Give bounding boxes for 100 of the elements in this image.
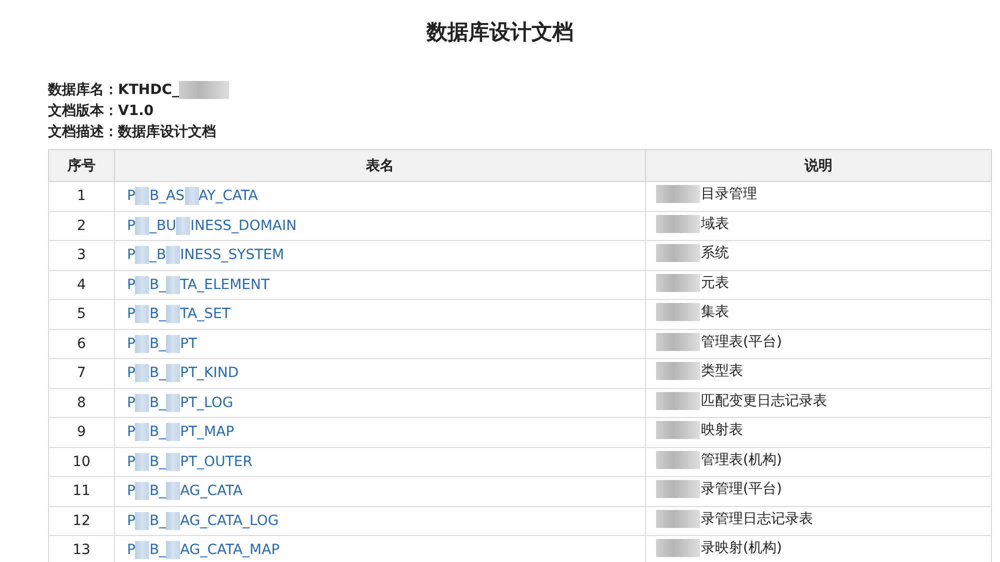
mosaic-patch — [135, 334, 150, 353]
table-link[interactable]: TA_ELEMENT — [180, 276, 270, 293]
table-link[interactable]: B_ — [149, 542, 166, 558]
table-link[interactable]: B_ — [149, 276, 166, 293]
row-number: 11 — [72, 483, 90, 500]
mosaic-patch — [166, 246, 180, 264]
table-link[interactable]: P — [127, 188, 136, 204]
row-number: 5 — [77, 306, 86, 322]
table-link[interactable]: B_ — [149, 394, 166, 411]
row-number: 4 — [77, 276, 86, 293]
table-description: 类型表 — [701, 362, 743, 380]
table-link[interactable]: _B — [149, 247, 166, 264]
table-link[interactable]: B_ — [149, 512, 166, 529]
mosaic-patch — [166, 423, 180, 442]
meta-label: 文档描述： — [48, 122, 118, 140]
mosaic-patch — [166, 305, 180, 324]
table-link[interactable]: B_ — [149, 336, 166, 352]
mosaic-patch — [135, 482, 150, 500]
mosaic-patch — [184, 187, 199, 206]
mosaic-patch — [135, 512, 150, 530]
mosaic-patch — [656, 332, 700, 351]
table-link[interactable]: P — [127, 542, 136, 558]
mosaic-patch — [656, 421, 700, 440]
table-link[interactable]: PT — [180, 336, 198, 352]
meta-value: V1.0 — [118, 102, 154, 118]
mosaic-patch — [135, 364, 150, 382]
mosaic-patch — [656, 362, 700, 380]
mosaic-patch — [135, 276, 150, 294]
mosaic-patch — [656, 450, 700, 469]
row-number: 3 — [77, 247, 86, 264]
table-link[interactable]: P — [127, 336, 136, 352]
mosaic-patch — [135, 452, 150, 471]
row-number: 10 — [72, 454, 90, 470]
table-link[interactable]: PT_LOG — [180, 394, 234, 411]
table-link[interactable]: P — [127, 365, 136, 382]
table-link[interactable]: P — [127, 424, 136, 440]
column-header: 序号 — [48, 150, 114, 182]
table-link[interactable]: B_ — [149, 483, 166, 500]
table-description: 管理表(平台) — [701, 332, 782, 351]
table-description: 录管理日志记录表 — [701, 510, 813, 528]
mosaic-patch — [135, 246, 150, 264]
table-link[interactable]: AG_CATA_MAP — [180, 542, 280, 558]
column-header: 说明 — [646, 150, 992, 182]
row-number: 12 — [72, 512, 90, 529]
table-link[interactable]: B_ — [149, 424, 166, 440]
table-link[interactable]: P — [127, 512, 136, 529]
mosaic-patch — [166, 276, 180, 294]
table-description: 系统 — [701, 244, 729, 262]
table-link[interactable]: PT_KIND — [180, 365, 239, 382]
table-link[interactable]: AY_CATA — [198, 188, 258, 204]
column-header: 表名 — [114, 150, 646, 182]
table-link[interactable]: P — [127, 276, 136, 293]
mosaic-patch — [166, 452, 180, 471]
row-number: 2 — [77, 218, 86, 234]
table-description: 元表 — [701, 274, 729, 292]
mosaic-patch — [176, 216, 190, 235]
table-link[interactable]: B_ — [149, 454, 166, 470]
mosaic-patch — [656, 480, 700, 498]
table-link[interactable]: B_AS — [149, 188, 185, 204]
mosaic-patch — [656, 510, 700, 528]
table-link[interactable]: P — [127, 306, 136, 322]
mosaic-patch — [656, 214, 700, 233]
mosaic-patch — [166, 334, 180, 353]
meta-value: KTHDC_ — [118, 82, 180, 98]
table-link[interactable]: P — [127, 247, 136, 264]
table-link[interactable]: AG_CATA — [180, 483, 243, 500]
table-link[interactable]: B_ — [149, 365, 166, 382]
table-link[interactable]: P — [127, 394, 136, 411]
mosaic-patch — [166, 394, 180, 412]
mosaic-patch — [166, 364, 180, 382]
row-number: 9 — [77, 424, 86, 440]
mosaic-patch — [656, 244, 700, 262]
mosaic-patch — [166, 512, 180, 530]
row-number: 13 — [72, 542, 90, 558]
table-description: 匹配变更日志记录表 — [701, 392, 827, 410]
table-link[interactable]: TA_SET — [180, 306, 230, 322]
table-link[interactable]: PT_OUTER — [180, 454, 252, 470]
mosaic-patch — [656, 185, 700, 204]
mosaic-patch — [135, 305, 150, 324]
mosaic-patch — [135, 216, 150, 235]
page-title: 数据库设计文档 — [425, 19, 574, 46]
mosaic-patch — [135, 423, 150, 442]
table-link[interactable]: AG_CATA_LOG — [180, 512, 279, 529]
mosaic-patch — [135, 187, 150, 206]
table-link[interactable]: PT_MAP — [180, 424, 234, 440]
table-description: 集表 — [701, 303, 729, 322]
table-link[interactable]: _BU — [149, 218, 176, 234]
row-number: 6 — [77, 336, 86, 352]
table-link[interactable]: INESS_SYSTEM — [180, 247, 284, 264]
row-number: 7 — [77, 365, 86, 382]
table-link[interactable]: P — [127, 483, 136, 500]
table-link[interactable]: INESS_DOMAIN — [190, 218, 297, 234]
row-number: 8 — [77, 394, 86, 411]
row-number: 1 — [77, 188, 86, 204]
table-link[interactable]: P — [127, 218, 136, 234]
table-link[interactable]: P — [127, 454, 136, 470]
table-description: 域表 — [701, 214, 729, 233]
table-link[interactable]: B_ — [149, 306, 166, 322]
table-description: 管理表(机构) — [701, 450, 782, 469]
table-description: 录管理(平台) — [701, 480, 782, 498]
